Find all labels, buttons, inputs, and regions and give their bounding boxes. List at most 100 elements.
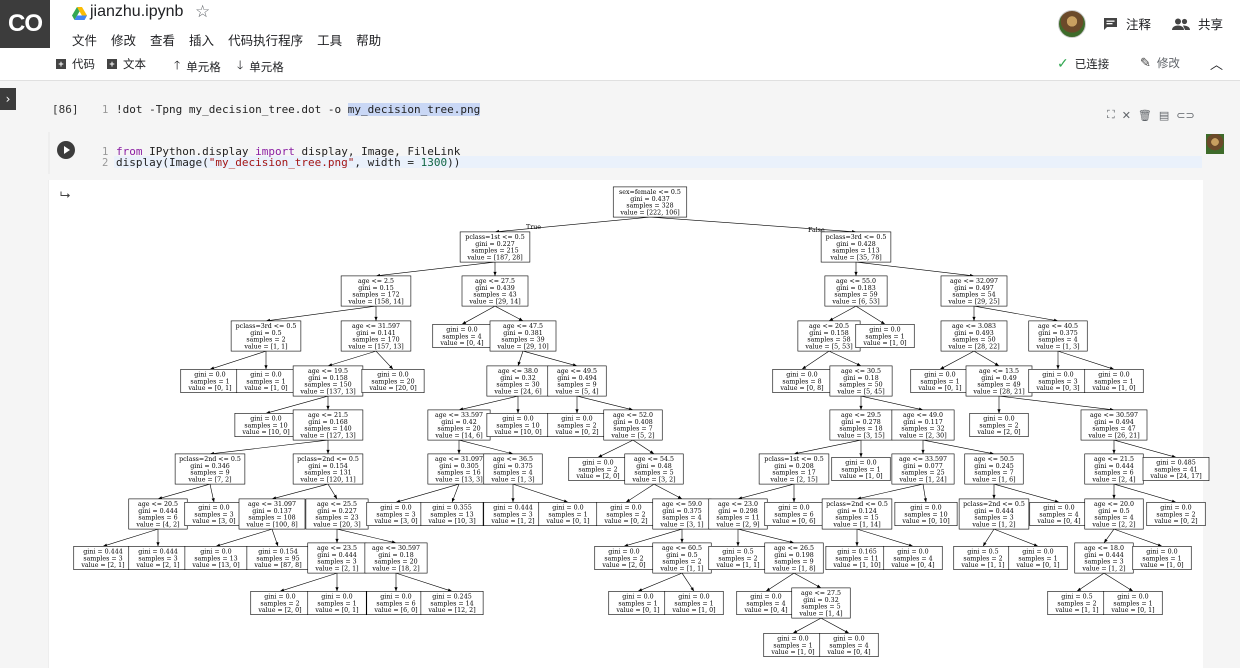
- tree-node-text: value = [4, 2]: [135, 522, 179, 529]
- tree-node: age <= 31.097gini = 0.137samples = 108va…: [238, 498, 306, 530]
- tree-node: sex=female <= 0.5gini = 0.437samples = 3…: [612, 186, 688, 218]
- tree-node-text: value = [1, 0]: [671, 607, 715, 614]
- tree-node-text: value = [24, 6]: [493, 389, 541, 396]
- tree-edge: [922, 439, 995, 455]
- tree-node: age <= 33.597gini = 0.42samples = 20valu…: [427, 409, 491, 441]
- tree-node: age <= 20.0gini = 0.5samples = 4value = …: [1084, 498, 1144, 530]
- tree-node: age <= 29.5gini = 0.278samples = 18value…: [829, 409, 893, 441]
- tree-node-text: value = [7, 2]: [187, 477, 231, 484]
- tree-node: age <= 38.0gini = 0.32samples = 30value …: [486, 365, 550, 397]
- tree-node-text: value = [1, 8]: [771, 566, 815, 573]
- tree-node: age <= 49.0gini = 0.117samples = 32value…: [891, 409, 955, 441]
- tree-node-text: value = [1, 3]: [1035, 344, 1079, 351]
- tree-edge-arrowhead: [972, 316, 976, 321]
- tree-node-text: value = [0, 1]: [187, 385, 231, 392]
- tree-node-text: value = [0, 1]: [1015, 562, 1059, 569]
- tree-node: age <= 30.597gini = 0.494samples = 47val…: [1080, 409, 1148, 441]
- tree-node-text: value = [2, 0]: [257, 607, 301, 614]
- tree-edge-arrowhead: [493, 271, 497, 276]
- tree-node-text: value = [120, 11]: [299, 477, 355, 484]
- tree-node: pclass=3rd <= 0.5gini = 0.428samples = 1…: [820, 231, 892, 263]
- tree-node-text: value = [3, 0]: [373, 518, 417, 525]
- tree-node: gini = 0.355samples = 13value = [10, 3]: [420, 501, 484, 526]
- tree-node: gini = 0.0samples = 1value = [1, 0]: [855, 323, 915, 348]
- tree-node: age <= 18.0gini = 0.444samples = 3value …: [1074, 542, 1134, 574]
- tree-node-text: value = [26, 21]: [1087, 433, 1139, 440]
- tree-node: gini = 0.0samples = 1value = [0, 1]: [538, 501, 598, 526]
- tree-edge: [793, 572, 822, 589]
- tree-node: age <= 27.5gini = 0.32samples = 5value =…: [791, 587, 851, 619]
- tree-node-text: value = [20, 0]: [368, 385, 416, 392]
- tree-node: pclass=1st <= 0.5gini = 0.208samples = 1…: [758, 453, 830, 485]
- tree-edge-arrowhead: [992, 494, 996, 499]
- tree-edge: [828, 305, 857, 322]
- tree-node: age <= 23.0gini = 0.298samples = 11value…: [708, 498, 768, 530]
- tree-node-text: value = [0, 6]: [771, 518, 815, 525]
- tree-edge: [395, 483, 460, 503]
- tree-node-text: value = [2, 1]: [80, 562, 124, 569]
- tree-node: age <= 20.5gini = 0.444samples = 6value …: [128, 498, 188, 530]
- tree-edge: [860, 395, 924, 411]
- tree-edge-arrowhead: [994, 362, 999, 366]
- tree-node: pclass=1st <= 0.5gini = 0.227samples = 2…: [459, 231, 531, 263]
- tree-node-text: value = [2, 15]: [769, 477, 817, 484]
- tree-edge: [625, 483, 655, 503]
- tree-node-text: value = [1, 1]: [960, 562, 1004, 569]
- tree-node: gini = 0.0samples = 13value = [13, 0]: [184, 545, 248, 570]
- tree-edge-arrowhead: [766, 587, 771, 592]
- tree-node: age <= 21.5gini = 0.168samples = 140valu…: [292, 409, 364, 441]
- tree-node: gini = 0.154samples = 95value = [87, 8]: [246, 545, 310, 570]
- tree-node: age <= 31.597gini = 0.141samples = 170va…: [340, 320, 412, 352]
- tree-edge-arrowhead: [854, 271, 858, 276]
- tree-node-text: value = [1, 24]: [898, 477, 946, 484]
- tree-node-text: value = [0, 3]: [1035, 385, 1079, 392]
- tree-node-text: value = [1, 14]: [832, 522, 880, 529]
- tree-node-text: value = [0, 4]: [743, 607, 787, 614]
- tree-node-text: value = [0, 10]: [901, 518, 949, 525]
- tree-edge: [793, 439, 862, 455]
- tree-node: age <= 30.597gini = 0.18samples = 20valu…: [364, 542, 428, 574]
- tree-node: age <= 27.5gini = 0.439samples = 43value…: [461, 275, 529, 307]
- tree-node-text: value = [222, 106]: [619, 210, 679, 217]
- tree-node: gini = 0.0samples = 1value = [0, 1]: [1008, 545, 1068, 570]
- tree-edge-arrowhead: [326, 449, 330, 454]
- tree-node: gini = 0.0samples = 2value = [0, 2]: [596, 501, 656, 526]
- tree-edge-arrowhead: [923, 498, 927, 503]
- tree-node-text: value = [2, 0]: [976, 429, 1020, 436]
- tree-edge-arrowhead: [335, 538, 339, 543]
- tree-node: gini = 0.0samples = 3value = [3, 0]: [184, 501, 244, 526]
- tree-node-text: value = [1, 2]: [971, 522, 1015, 529]
- tree-node: gini = 0.0samples = 2value = [2, 0]: [568, 456, 628, 481]
- tree-edge-arrowhead: [829, 317, 834, 321]
- tree-node: gini = 0.5samples = 2value = [1, 1]: [1047, 590, 1107, 615]
- tree-node-text: value = [6, 53]: [831, 299, 879, 306]
- tree-node: pclass=2nd <= 0.5gini = 0.444samples = 3…: [958, 498, 1030, 530]
- tree-edge-arrowhead: [855, 542, 859, 547]
- tree-node: gini = 0.0samples = 4value = [0, 4]: [883, 545, 943, 570]
- tree-node-text: value = [12, 2]: [427, 607, 475, 614]
- tree-node: age <= 25.5gini = 0.227samples = 23value…: [305, 498, 369, 530]
- tree-edge-arrowhead: [1056, 365, 1060, 370]
- tree-edge-arrowhead: [333, 494, 337, 499]
- tree-edge-arrowhead: [264, 365, 268, 370]
- tree-node-text: value = [10, 0]: [493, 429, 541, 436]
- tree-node: age <= 23.5gini = 0.444samples = 3value …: [307, 542, 367, 574]
- tree-edge: [828, 350, 862, 367]
- tree-node-text: value = [5, 53]: [804, 344, 852, 351]
- tree-node-text: value = [158, 14]: [347, 299, 403, 306]
- tree-edge-arrowhead: [451, 497, 455, 503]
- tree-node: gini = 0.0samples = 1value = [0, 1]: [307, 590, 367, 615]
- tree-edge-arrowhead: [511, 498, 515, 503]
- tree-node-text: value = [0, 1]: [314, 607, 358, 614]
- tree-node-text: value = [1, 0]: [838, 473, 882, 480]
- tree-edge: [215, 528, 273, 547]
- tree-node-text: value = [10, 3]: [427, 518, 475, 525]
- tree-node-text: value = [1, 3]: [490, 477, 534, 484]
- tree-node-text: value = [0, 8]: [779, 385, 823, 392]
- tree-node: age <= 50.5gini = 0.245samples = 7value …: [964, 453, 1024, 485]
- tree-node: gini = 0.0samples = 4value = [0, 4]: [432, 323, 492, 348]
- tree-node: age <= 2.5gini = 0.15samples = 172value …: [340, 275, 412, 307]
- tree-edge-arrowhead: [394, 587, 398, 592]
- tree-node: pclass=3rd <= 0.5gini = 0.5samples = 2va…: [230, 320, 302, 352]
- tree-edge-arrowhead: [1112, 494, 1116, 499]
